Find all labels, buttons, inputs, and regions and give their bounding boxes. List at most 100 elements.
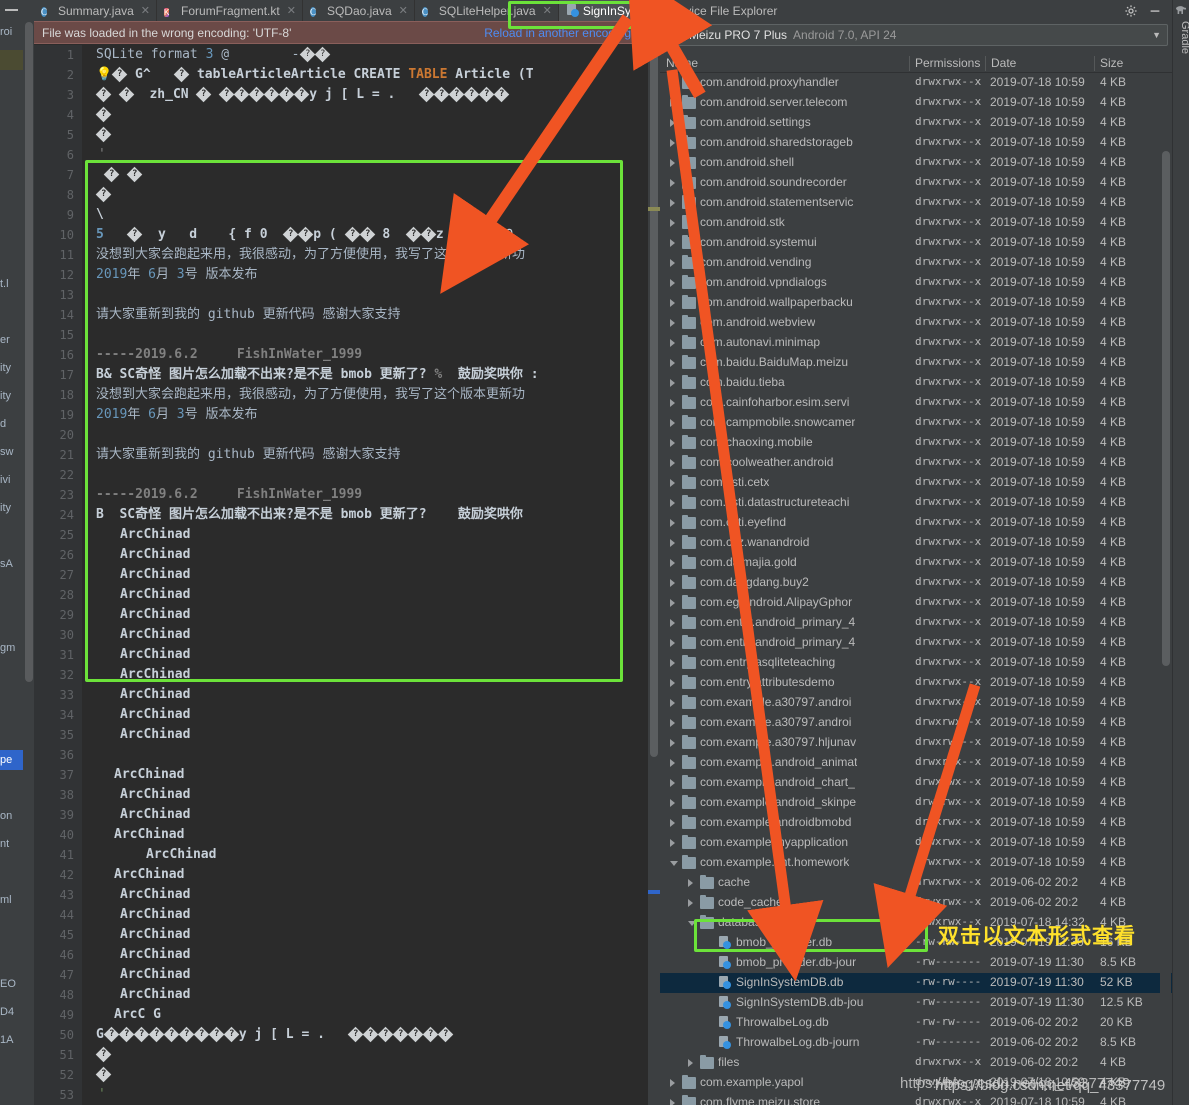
file-row[interactable]: com.baidu.tieba drwxrwx--x 2019-07-18 10:5… <box>660 373 1172 393</box>
code-line[interactable]: ? <box>95 105 112 125</box>
code-line[interactable]: 2019年 6月 3号 版本发布 <box>96 265 257 285</box>
file-row[interactable]: com.android.proxyhandler drwxrwx--x 2019-0… <box>660 73 1172 93</box>
file-row[interactable]: com.example.android_skinpe drwxrwx--x 2019… <box>660 793 1172 813</box>
file-row[interactable]: cache drwxrwx--x 2019-06-02 20:2 4 KB <box>660 873 1172 893</box>
chevron-right-icon[interactable] <box>670 399 675 407</box>
editor-tab-bar[interactable]: C Summary.java ✕ K ForumFragment.kt ✕ C SQDao.j… <box>34 0 681 21</box>
column-divider[interactable] <box>909 56 910 71</box>
project-scrollbar[interactable] <box>23 0 34 1105</box>
file-row[interactable]: com.autonavi.minimap drwxrwx--x 2019-07-18… <box>660 333 1172 353</box>
chevron-right-icon[interactable] <box>670 639 675 647</box>
close-icon[interactable]: ✕ <box>287 4 296 17</box>
chevron-right-icon[interactable] <box>688 879 693 887</box>
file-row[interactable]: com.android.vending drwxrwx--x 2019-07-18 … <box>660 253 1172 273</box>
file-row[interactable]: com.example.androidbmobd drwxrwx--x 2019-0… <box>660 813 1172 833</box>
code-line[interactable]: ArcChinad <box>120 545 190 565</box>
close-icon[interactable]: ✕ <box>141 4 150 17</box>
chevron-right-icon[interactable] <box>670 199 675 207</box>
project-tree-row[interactable]: 1A <box>0 1030 23 1050</box>
code-line[interactable]: ArcChinad <box>120 525 190 545</box>
gradle-label[interactable]: Gradle <box>1179 21 1189 81</box>
chevron-right-icon[interactable] <box>670 719 675 727</box>
file-row[interactable]: com.daimajia.gold drwxrwx--x 2019-07-18 10… <box>660 553 1172 573</box>
code-line[interactable]: ArcChinad <box>120 785 190 805</box>
editor-scrollbar-thumb[interactable] <box>650 47 658 757</box>
file-explorer-scrollbar-thumb[interactable] <box>1162 151 1170 666</box>
file-tree[interactable]: com.android.proxyhandler drwxrwx--x 2019-0… <box>660 73 1172 1105</box>
code-line[interactable]: ArcChinad <box>120 985 190 1005</box>
project-scrollbar-thumb[interactable] <box>25 22 33 682</box>
code-line[interactable]: ArcChinad <box>120 605 190 625</box>
code-line[interactable]: ? <box>95 125 112 145</box>
chevron-right-icon[interactable] <box>670 739 675 747</box>
project-tree-row[interactable]: EO <box>0 974 23 994</box>
chevron-down-icon[interactable]: ▼ <box>1152 30 1161 40</box>
reload-in-another-encoding-link[interactable]: Reload in another encoding <box>484 26 631 40</box>
code-line[interactable]: ArcChinad <box>120 645 190 665</box>
close-icon[interactable]: ✕ <box>399 4 408 17</box>
code-line[interactable]: ArcC G <box>114 1005 161 1025</box>
chevron-right-icon[interactable] <box>670 179 675 187</box>
project-tree-row[interactable] <box>0 946 23 966</box>
code-line[interactable]: B& SC奇怪 图片怎么加载不出来?是不是 bmob 更新了? % 鼓励奖哄你 … <box>96 365 539 385</box>
project-tree-row[interactable] <box>0 162 23 182</box>
code-line[interactable]: ? <box>95 1045 112 1065</box>
editor-tab-sqdao-java[interactable]: C SQDao.java ✕ <box>303 0 415 21</box>
code-line[interactable]: -----2019.6.2 FishInWater_1999 <box>96 345 362 365</box>
code-line[interactable]: 没想到大家会跑起来用，我很感动，为了方便使用，我写了这个版本更新功 <box>96 245 525 265</box>
chevron-right-icon[interactable] <box>670 339 675 347</box>
code-line[interactable]: ArcChinad <box>114 825 184 845</box>
code-line[interactable]: SQLite format 3 @ -?? <box>96 45 330 65</box>
file-row[interactable]: com.cainfoharbor.esim.servi drwxrwx--x 201… <box>660 393 1172 413</box>
code-line[interactable]: G????????? y j [ L = . ??????? <box>96 1025 454 1045</box>
file-row[interactable]: databases drwxrwx--x 2019-07-18 14:32 4 KB <box>660 913 1172 933</box>
chevron-right-icon[interactable] <box>670 279 675 287</box>
code-line[interactable]: 没想到大家会跑起来用，我很感动，为了方便使用，我写了这个版本更新功 <box>96 385 525 405</box>
file-row[interactable]: com.android.settings drwxrwx--x 2019-07-18… <box>660 113 1172 133</box>
project-tree-row[interactable] <box>0 582 23 602</box>
chevron-right-icon[interactable] <box>670 679 675 687</box>
project-tree-row[interactable]: ivi <box>0 470 23 490</box>
project-tree-row[interactable] <box>0 50 23 70</box>
close-icon[interactable]: ✕ <box>543 4 552 17</box>
file-row[interactable]: com.entry.android_primary_4 drwxrwx--x 201… <box>660 613 1172 633</box>
file-row[interactable]: com.eg.android.AlipayGphor drwxrwx--x 2019… <box>660 593 1172 613</box>
code-line[interactable]: ArcChinad <box>120 665 190 685</box>
file-row[interactable]: com.entry.attributesdemo drwxrwx--x 2019-0… <box>660 673 1172 693</box>
file-row[interactable]: ThrowalbeLog.db -rw-rw---- 2019-06-02 20:2… <box>660 1013 1172 1033</box>
chevron-right-icon[interactable] <box>670 499 675 507</box>
code-line[interactable]: ArcChinad <box>120 925 190 945</box>
gear-icon[interactable] <box>1124 4 1138 18</box>
file-row[interactable]: com.android.server.telecom drwxrwx--x 2019… <box>660 93 1172 113</box>
code-line[interactable]: 2019年 6月 3号 版本发布 <box>96 405 257 425</box>
minimize-icon[interactable] <box>5 9 18 11</box>
project-tree-row[interactable]: roi <box>0 22 23 42</box>
project-tree-row[interactable]: pe <box>0 750 23 770</box>
file-row[interactable]: com.example.android_animat drwxrwx--x 2019… <box>660 753 1172 773</box>
file-row[interactable]: com.cxz.wanandroid drwxrwx--x 2019-07-18 1… <box>660 533 1172 553</box>
file-explorer-scrollbar[interactable] <box>1160 73 1171 1105</box>
project-tree-row[interactable] <box>0 218 23 238</box>
file-row[interactable]: code_cache drwxrwx--x 2019-06-02 20:2 4 KB <box>660 893 1172 913</box>
chevron-right-icon[interactable] <box>670 479 675 487</box>
project-tree-row[interactable]: d <box>0 414 23 434</box>
chevron-right-icon[interactable] <box>670 139 675 147</box>
code-editor[interactable]: 1 2 3 4 5 6 7 8 9 10 11 12 13 14 15 16 17 18 19 20 21 22 23 24 2… <box>34 45 660 1105</box>
file-row[interactable]: com.example.myapplication drwxrwx--x 2019-… <box>660 833 1172 853</box>
code-line[interactable]: ArcChinad <box>120 725 190 745</box>
file-row[interactable]: com.flyme.meizu.store drwxrwx--x 2019-07-1… <box>660 1093 1172 1105</box>
device-selector[interactable]: Meizu PRO 7 Plus Android 7.0, API 24 ▼ <box>664 24 1168 46</box>
column-header-permissions[interactable]: Permissions <box>915 56 980 70</box>
file-row[interactable]: com.coolweather.android drwxrwx--x 2019-07… <box>660 453 1172 473</box>
file-row[interactable]: com.csti.eyefind drwxrwx--x 2019-07-18 10:… <box>660 513 1172 533</box>
code-line[interactable]: ? ? zh_CN ? ?????? y j [ L = . ?????? <box>95 85 510 105</box>
project-tree-row[interactable]: nt <box>0 834 23 854</box>
project-tree-row[interactable]: sw <box>0 442 23 462</box>
project-tree-row[interactable]: t.l <box>0 274 23 294</box>
file-row[interactable]: com.entry.asqliteteaching drwxrwx--x 2019-… <box>660 653 1172 673</box>
file-row[interactable]: com.example.android_chart_ drwxrwx--x 2019… <box>660 773 1172 793</box>
code-line[interactable]: ArcChinad <box>120 705 190 725</box>
chevron-right-icon[interactable] <box>670 839 675 847</box>
project-tree-row[interactable] <box>0 302 23 322</box>
file-row[interactable]: bmob_provider.db-jour -rw------- 2019-07-1… <box>660 953 1172 973</box>
